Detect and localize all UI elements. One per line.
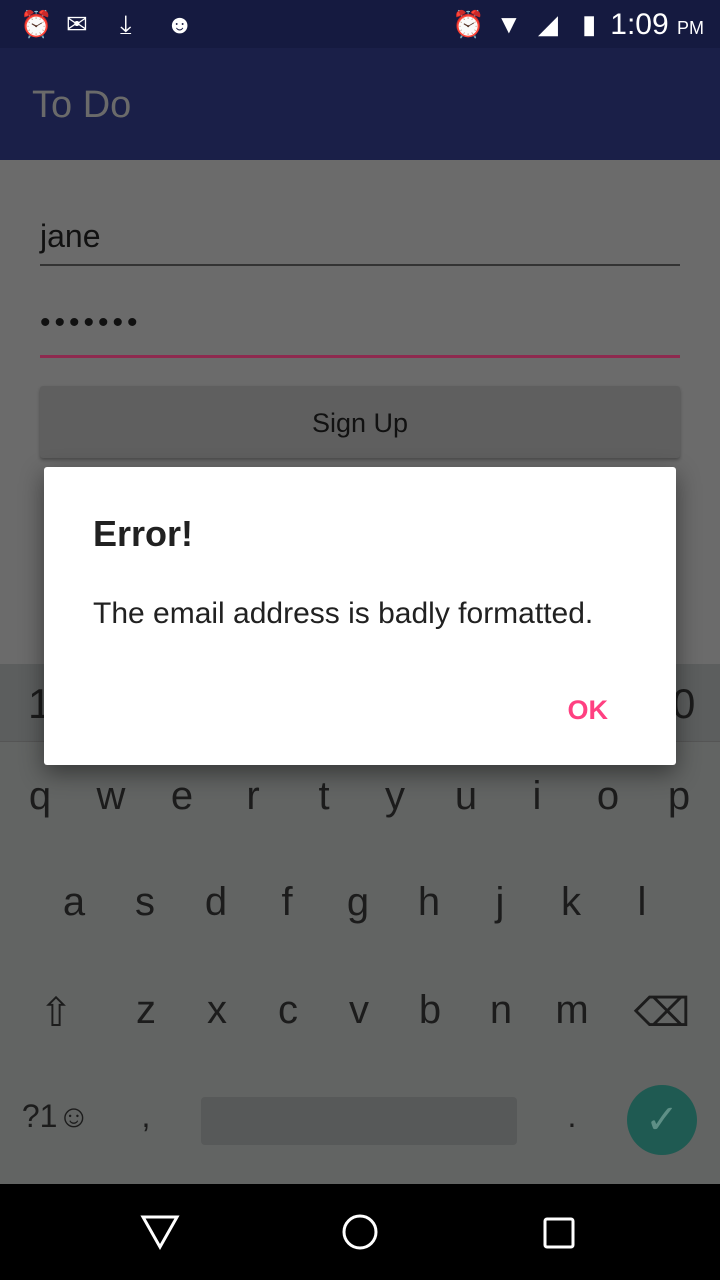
key-l[interactable]: l xyxy=(612,880,672,925)
dialog-title: Error! xyxy=(93,513,194,554)
download-icon: ⤓ xyxy=(120,9,132,39)
gmail-icon: ✉ xyxy=(66,9,88,39)
key-i[interactable]: i xyxy=(507,774,567,819)
shift-icon[interactable]: ⇧ xyxy=(26,990,86,1036)
alarm-icon: ⏰ xyxy=(452,9,485,39)
error-dialog: Error! The email address is badly format… xyxy=(44,467,676,765)
key-g[interactable]: g xyxy=(328,880,388,925)
key-p[interactable]: p xyxy=(649,774,709,819)
key-o[interactable]: o xyxy=(578,774,638,819)
key-f[interactable]: f xyxy=(257,880,317,925)
recents-icon[interactable] xyxy=(542,1216,578,1252)
key-v[interactable]: v xyxy=(329,988,389,1033)
navigation-bar xyxy=(0,1184,720,1280)
symbols-key[interactable]: ?1☺ xyxy=(16,1098,96,1135)
key-k[interactable]: k xyxy=(541,880,601,925)
period-key[interactable]: . xyxy=(542,1098,602,1135)
clock: 1:09 PM xyxy=(610,8,704,41)
app-title: To Do xyxy=(32,84,132,126)
key-e[interactable]: e xyxy=(152,774,212,819)
comma-key[interactable]: , xyxy=(116,1098,176,1135)
done-check-icon[interactable]: ✓ xyxy=(627,1085,697,1155)
username-input[interactable]: jane xyxy=(40,218,680,266)
signal-icon: ◢ xyxy=(538,9,558,39)
key-c[interactable]: c xyxy=(258,988,318,1033)
alarm-icon: ⏰ xyxy=(20,9,53,39)
key-s[interactable]: s xyxy=(115,880,175,925)
key-j[interactable]: j xyxy=(470,880,530,925)
key-m[interactable]: m xyxy=(542,988,602,1033)
key-a[interactable]: a xyxy=(44,880,104,925)
android-icon: ☻ xyxy=(166,9,194,39)
password-input[interactable]: ••••••• xyxy=(40,306,680,358)
sign-up-button[interactable]: Sign Up xyxy=(40,386,680,458)
backspace-icon[interactable]: ⌫ xyxy=(632,990,692,1036)
key-q[interactable]: q xyxy=(10,774,70,819)
key-z[interactable]: z xyxy=(116,988,176,1033)
key-b[interactable]: b xyxy=(400,988,460,1033)
key-h[interactable]: h xyxy=(399,880,459,925)
key-r[interactable]: r xyxy=(223,774,283,819)
key-x[interactable]: x xyxy=(187,988,247,1033)
app-bar: To Do xyxy=(0,48,720,160)
spacebar[interactable] xyxy=(201,1097,517,1145)
key-u[interactable]: u xyxy=(436,774,496,819)
wifi-icon: ▼ xyxy=(496,9,522,39)
key-t[interactable]: t xyxy=(294,774,354,819)
ok-button[interactable]: OK xyxy=(568,695,609,726)
key-w[interactable]: w xyxy=(81,774,141,819)
key-d[interactable]: d xyxy=(186,880,246,925)
status-bar: ⏰ ✉ ⤓ ☻ ⏰ ▼ ◢ ▮ 1:09 PM xyxy=(0,0,720,48)
dialog-message: The email address is badly formatted. xyxy=(93,597,594,630)
battery-charging-icon: ▮ xyxy=(582,9,597,39)
home-icon[interactable] xyxy=(340,1214,380,1254)
key-y[interactable]: y xyxy=(365,774,425,819)
back-icon[interactable] xyxy=(140,1214,180,1250)
key-n[interactable]: n xyxy=(471,988,531,1033)
